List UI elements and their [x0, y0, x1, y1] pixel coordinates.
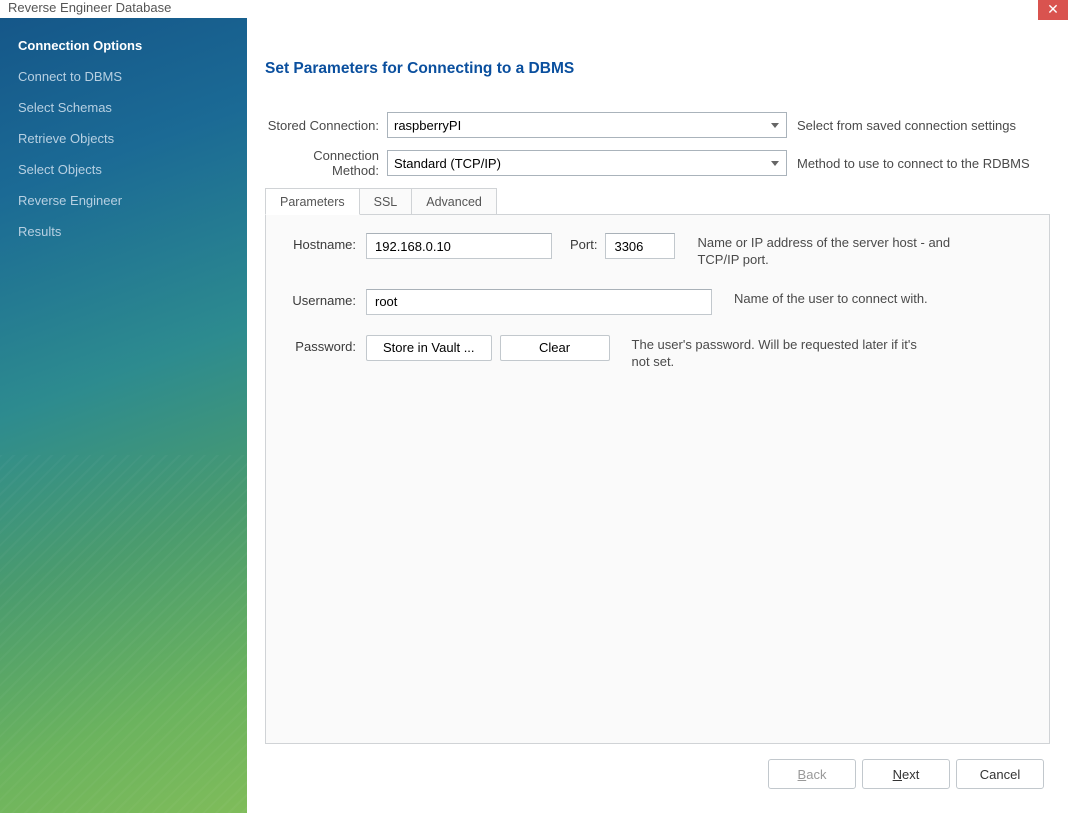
hostname-input[interactable]: [366, 233, 552, 259]
password-row: Password: Store in Vault ... Clear The u…: [284, 335, 1031, 371]
sidebar-item-connect-to-dbms[interactable]: Connect to DBMS: [14, 63, 233, 94]
main-container: Connection Options Connect to DBMS Selec…: [0, 18, 1068, 813]
wizard-footer: Back Next Cancel: [768, 759, 1044, 789]
username-label: Username:: [284, 289, 366, 308]
window-title: Reverse Engineer Database: [8, 0, 171, 15]
back-button[interactable]: Back: [768, 759, 856, 789]
port-label: Port:: [570, 233, 597, 252]
sidebar-item-results[interactable]: Results: [14, 218, 233, 249]
title-bar: Reverse Engineer Database ✕: [0, 0, 1068, 18]
connection-method-select[interactable]: Standard (TCP/IP): [387, 150, 787, 176]
sidebar-item-reverse-engineer[interactable]: Reverse Engineer: [14, 187, 233, 218]
port-input[interactable]: [605, 233, 675, 259]
stored-connection-hint: Select from saved connection settings: [797, 118, 1016, 133]
stored-connection-label: Stored Connection:: [265, 118, 387, 133]
page-title: Set Parameters for Connecting to a DBMS: [265, 60, 1050, 78]
main-panel: Set Parameters for Connecting to a DBMS …: [247, 18, 1068, 813]
password-label: Password:: [284, 335, 366, 354]
hostname-label: Hostname:: [284, 233, 366, 252]
next-button[interactable]: Next: [862, 759, 950, 789]
sidebar-item-connection-options[interactable]: Connection Options: [14, 32, 233, 63]
hostname-row: Hostname: Port: Name or IP address of th…: [284, 233, 1031, 269]
stored-connection-select[interactable]: raspberryPI: [387, 112, 787, 138]
tab-ssl[interactable]: SSL: [359, 188, 413, 215]
connection-method-row: Connection Method: Standard (TCP/IP) Met…: [265, 148, 1050, 178]
password-hint: The user's password. Will be requested l…: [632, 335, 924, 371]
connection-method-label: Connection Method:: [265, 148, 387, 178]
wizard-sidebar: Connection Options Connect to DBMS Selec…: [0, 18, 247, 813]
tab-advanced[interactable]: Advanced: [411, 188, 497, 215]
close-icon: ✕: [1047, 1, 1059, 18]
stored-connection-row: Stored Connection: raspberryPI Select fr…: [265, 112, 1050, 138]
stored-connection-select-wrap: raspberryPI: [387, 112, 787, 138]
store-in-vault-button[interactable]: Store in Vault ...: [366, 335, 492, 361]
username-input[interactable]: [366, 289, 712, 315]
sidebar-item-select-schemas[interactable]: Select Schemas: [14, 94, 233, 125]
connection-method-hint: Method to use to connect to the RDBMS: [797, 156, 1030, 171]
tab-strip: Parameters SSL Advanced: [265, 188, 1050, 215]
sidebar-item-select-objects[interactable]: Select Objects: [14, 156, 233, 187]
hostname-hint: Name or IP address of the server host - …: [697, 233, 989, 269]
clear-password-button[interactable]: Clear: [500, 335, 610, 361]
username-row: Username: Name of the user to connect wi…: [284, 289, 1031, 315]
tab-parameters[interactable]: Parameters: [265, 188, 360, 215]
username-hint: Name of the user to connect with.: [734, 289, 928, 308]
connection-method-select-wrap: Standard (TCP/IP): [387, 150, 787, 176]
cancel-button[interactable]: Cancel: [956, 759, 1044, 789]
password-buttons: Store in Vault ... Clear: [366, 335, 610, 361]
parameters-panel: Hostname: Port: Name or IP address of th…: [265, 214, 1050, 744]
close-button[interactable]: ✕: [1038, 0, 1068, 20]
sidebar-item-retrieve-objects[interactable]: Retrieve Objects: [14, 125, 233, 156]
